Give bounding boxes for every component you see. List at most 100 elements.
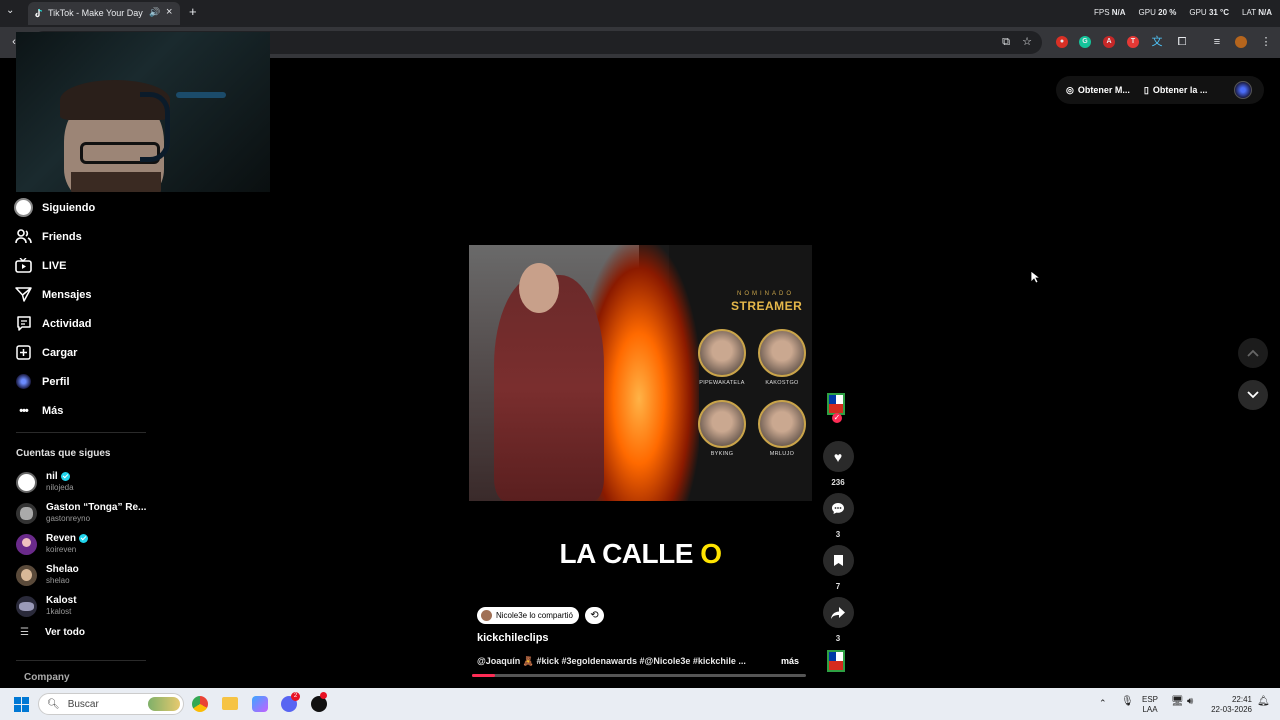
nominee-2: KAKOSTGO [757, 329, 807, 386]
windows-start-icon[interactable] [14, 697, 29, 712]
translate-extension-icon[interactable]: T [1127, 36, 1139, 48]
followed-account-shelao[interactable]: Shelao shelao [16, 564, 79, 586]
nominee-4: MRLUJO [757, 400, 807, 457]
sidebar-item-label: LIVE [42, 259, 67, 272]
followed-account-reven[interactable]: Reven koireven [16, 533, 89, 555]
discord-badge: 2 [291, 692, 300, 701]
follow-plus-icon[interactable]: ✓ [832, 413, 842, 423]
webcam-overlay [16, 32, 270, 192]
clock[interactable]: 22:41 22-03-2026 [1206, 695, 1252, 715]
bookmark-icon[interactable] [822, 545, 854, 576]
phone-icon: ▯ [1143, 84, 1149, 95]
see-all-link[interactable]: ☰ Ver todo [20, 627, 85, 638]
followed-account-gaston[interactable]: Gaston “Tonga” Re... gastonreyno [16, 502, 146, 524]
install-app-icon[interactable]: ⧉ [998, 34, 1014, 50]
extension-record-icon[interactable]: ● [1056, 36, 1068, 48]
sidebar-item-mensajes[interactable]: Mensajes [14, 285, 92, 304]
following-avatar-icon [14, 198, 33, 217]
previous-video-button[interactable] [1238, 338, 1268, 368]
sound-avatar[interactable] [827, 650, 849, 676]
language-indicator[interactable]: ESP LAA [1142, 695, 1158, 715]
clock-date: 22-03-2026 [1211, 705, 1252, 714]
author-username[interactable]: kickchileclips [477, 632, 549, 644]
share-arrow-icon[interactable] [822, 597, 854, 628]
overlay-title: STREAMER [731, 299, 803, 313]
microphone-icon[interactable]: 🎙︎ [1121, 697, 1134, 707]
tiktok-favicon-icon [35, 8, 43, 18]
more-button[interactable]: más [781, 656, 799, 666]
tray-chevron-icon[interactable]: ⌃ [1099, 698, 1107, 708]
notifications-bell-icon[interactable]: 🔔︎ [1257, 697, 1270, 707]
sidebar-item-friends[interactable]: Friends [14, 227, 82, 246]
sidebar-item-actividad[interactable]: Actividad [14, 314, 92, 333]
clock-time: 22:41 [1231, 695, 1252, 704]
sidebar-item-live[interactable]: LIVE [14, 256, 66, 275]
grammarly-extension-icon[interactable]: G [1079, 36, 1091, 48]
get-app-label: Obtener la ... [1152, 85, 1208, 95]
account-handle: koireven [46, 545, 77, 554]
taskbar-search[interactable]: 🔍︎ Buscar [38, 693, 184, 715]
tab-search-chevron-icon[interactable]: ⌄ [6, 5, 14, 16]
stat-gpu-temp: GPU 31 °C [1189, 8, 1230, 17]
get-app-button[interactable]: ▯ Obtener la ... [1144, 85, 1207, 96]
video-player[interactable]: NOMINADO STREAMER PIPEWAKATELA KAKOSTGO … [469, 245, 812, 501]
tab-close-icon[interactable]: × [166, 6, 172, 18]
progress-fill [472, 674, 496, 677]
followed-account-kalost[interactable]: Kalost 1kalost [16, 595, 77, 617]
recording-dot-icon [320, 692, 327, 699]
language-extension-icon[interactable]: 文 [1149, 34, 1165, 50]
creator-avatar[interactable]: ✓ [827, 393, 849, 423]
stat-latency: LAT N/A [1242, 8, 1272, 17]
repost-icon[interactable]: ⟲ [584, 607, 604, 624]
chrome-taskbar-icon[interactable] [192, 696, 208, 712]
file-explorer-icon[interactable] [222, 697, 238, 710]
adblock-extension-icon[interactable]: A [1103, 36, 1115, 48]
comment-action[interactable]: 3 [822, 493, 854, 539]
sidebar-item-perfil[interactable]: Perfil [14, 372, 70, 391]
profile-orb-icon[interactable] [1234, 81, 1252, 99]
comment-count: 3 [835, 530, 841, 539]
extensions-puzzle-icon[interactable]: ⧠ [1174, 34, 1190, 50]
more-dots-icon: ••• [19, 404, 29, 417]
sidebar-item-mas[interactable]: ••• Más [14, 401, 63, 420]
sidebar-item-siguiendo[interactable]: Siguiendo [14, 198, 95, 217]
new-tab-icon[interactable]: + [189, 4, 197, 19]
avatar [16, 502, 37, 524]
profile-avatar-icon[interactable] [1235, 36, 1247, 48]
nominee-3: BYKING [697, 400, 747, 457]
sidebar-item-label: Friends [42, 230, 82, 243]
tab-audio-icon[interactable]: 🔊 [149, 7, 160, 18]
reading-list-icon[interactable]: ≡ [1209, 34, 1225, 50]
get-coins-button[interactable]: ◎ Obtener M... [1066, 85, 1130, 96]
see-all-label: Ver todo [45, 627, 86, 638]
account-handle: nilojeda [46, 483, 74, 492]
chile-flag-icon [827, 650, 845, 672]
sidebar-item-cargar[interactable]: Cargar [14, 343, 77, 362]
copilot-icon[interactable] [252, 696, 268, 712]
overlay-small-text: NOMINADO [737, 291, 794, 297]
heart-icon[interactable]: ♥ [822, 441, 854, 472]
company-link[interactable]: Company [24, 672, 70, 683]
comment-icon[interactable] [822, 493, 854, 524]
top-right-actions: ◎ Obtener M... ▯ Obtener la ... [1056, 76, 1264, 104]
save-action[interactable]: 7 [822, 545, 854, 591]
like-action[interactable]: ♥ 236 [822, 441, 854, 487]
browser-menu-icon[interactable]: ⋮ [1258, 34, 1274, 50]
upload-plus-icon [14, 343, 33, 362]
account-handle: shelao [46, 576, 70, 585]
bookmark-star-icon[interactable]: ☆ [1019, 34, 1035, 50]
shared-by-chip[interactable]: Nicole3e lo compartió [477, 607, 579, 624]
followed-account-nil[interactable]: nil nilojeda [16, 471, 74, 493]
network-icon[interactable]: 🖥︎ [1171, 697, 1184, 707]
sidebar-divider [16, 432, 146, 433]
windows-taskbar: 🔍︎ Buscar 2 ⌃ 🎙︎ ESP LAA 🖥︎ 🔊︎ 22:41 22-… [0, 688, 1280, 720]
tab-title: TikTok - Make Your Day [48, 8, 143, 18]
avatar [16, 564, 37, 586]
share-action[interactable]: 3 [822, 597, 854, 643]
tab-tiktok[interactable]: TikTok - Make Your Day 🔊 × [28, 2, 180, 25]
next-video-button[interactable] [1238, 380, 1268, 410]
video-progress-bar[interactable] [472, 674, 806, 677]
account-name: Kalost [46, 595, 77, 606]
sidebar-item-label: Cargar [42, 346, 78, 359]
volume-icon[interactable]: 🔊︎ [1187, 697, 1193, 707]
